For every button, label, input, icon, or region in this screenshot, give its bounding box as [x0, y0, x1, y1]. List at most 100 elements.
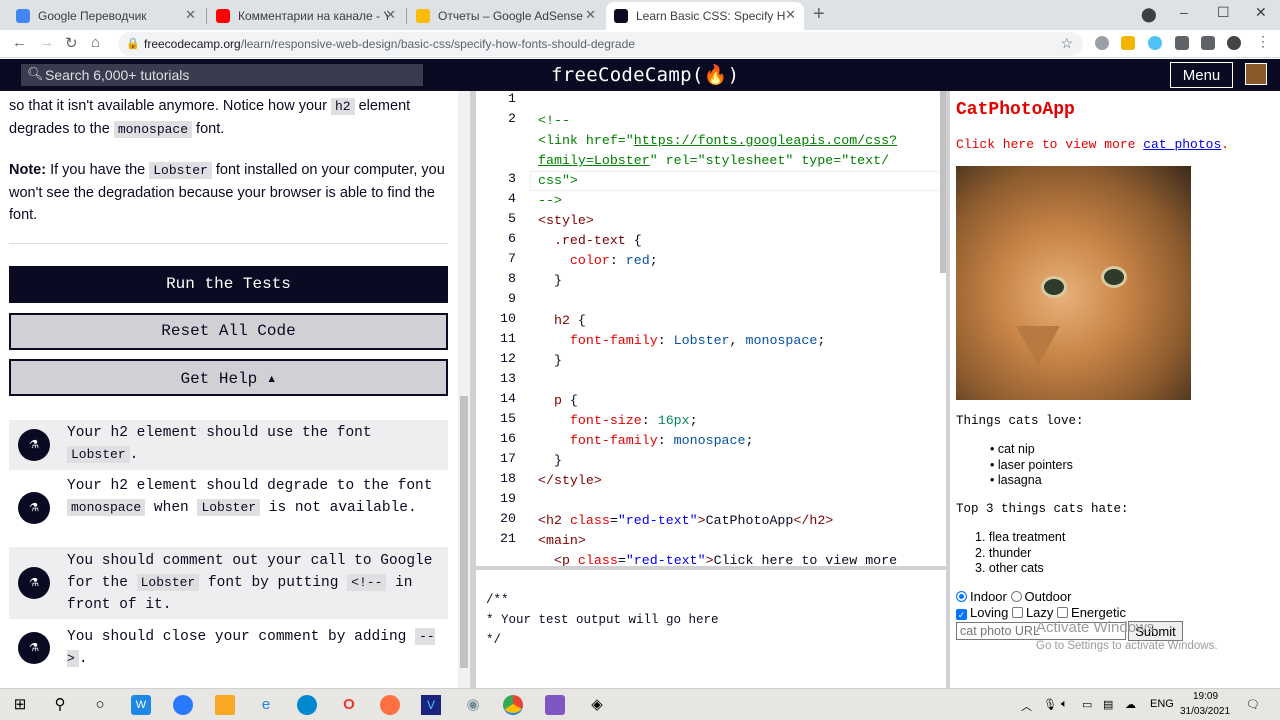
- test-item: ⚗ You should comment out your call to Go…: [9, 547, 448, 619]
- opera-icon[interactable]: O: [339, 695, 359, 715]
- clock-time[interactable]: 19:09: [1193, 691, 1218, 702]
- notification-icon[interactable]: 🗨︎: [1246, 698, 1260, 711]
- browser-tab[interactable]: Отчеты – Google AdSense ✕: [408, 2, 604, 30]
- close-tab-icon[interactable]: ✕: [585, 7, 596, 23]
- adsense-icon: [416, 9, 430, 23]
- line-number: 19: [500, 491, 516, 506]
- google-translate-icon: [16, 9, 30, 23]
- tray-chevron-icon[interactable]: ︿: [1021, 698, 1032, 714]
- activate-windows-watermark: Activate Windows: [1036, 619, 1155, 636]
- cat-photos-link[interactable]: cat photos: [1143, 137, 1221, 152]
- test-output-console: /** * Your test output will go here */: [476, 570, 946, 688]
- media-control-icon[interactable]: [1201, 36, 1215, 50]
- lesson-paragraph: so that it isn't available anymore. Noti…: [9, 98, 411, 138]
- back-icon[interactable]: ←: [12, 34, 27, 51]
- app-icon[interactable]: ◉: [463, 695, 483, 715]
- onedrive-icon[interactable]: ☁: [1125, 698, 1136, 711]
- reset-code-button[interactable]: Reset All Code: [9, 313, 448, 350]
- search-input[interactable]: 🔍︎ Search 6,000+ tutorials: [21, 64, 423, 86]
- clock-date[interactable]: 31/03/2021: [1180, 706, 1230, 717]
- indoor-radio[interactable]: [956, 591, 967, 602]
- kebab-menu-icon[interactable]: ⋮: [1256, 33, 1270, 49]
- preview-pane: CatPhotoApp Click here to view more cat …: [950, 91, 1280, 688]
- extension-globe-icon[interactable]: [1095, 36, 1109, 50]
- editor-code[interactable]: <!-- <link href="https://fonts.googleapi…: [538, 91, 897, 566]
- task-view-icon[interactable]: ○: [90, 695, 110, 715]
- app-icon[interactable]: [545, 695, 565, 715]
- bookmark-star-icon[interactable]: ☆: [1060, 35, 1073, 52]
- flask-icon: ⚗: [18, 567, 50, 599]
- window-close-icon[interactable]: ✕: [1255, 4, 1267, 21]
- activate-windows-hint: Go to Settings to activate Windows.: [1036, 640, 1218, 652]
- fcc-logo[interactable]: freeCodeCamp(🔥): [551, 63, 739, 86]
- search-icon[interactable]: ⚲: [50, 695, 70, 715]
- cat-photo[interactable]: [956, 166, 1191, 400]
- forward-icon[interactable]: →: [39, 34, 54, 51]
- battery-icon[interactable]: ▭: [1082, 698, 1092, 711]
- windows-taskbar: ⊞ ⚲ ○ W e O V ◉ ◈ ︿ 🎙︎ 🔈︎ ▭ ▤ ☁ ENG 19:0…: [0, 688, 1280, 720]
- user-avatar[interactable]: [1245, 63, 1267, 85]
- windows-start-icon[interactable]: ⊞: [10, 695, 30, 715]
- close-tab-icon[interactable]: ✕: [385, 7, 396, 23]
- internet-explorer-icon[interactable]: e: [256, 695, 276, 715]
- home-icon[interactable]: ⌂: [91, 34, 100, 51]
- address-toolbar: ← → ↻ ⌂ 🔒 freecodecamp.org/learn/respons…: [0, 30, 1280, 58]
- profile-dropdown-icon[interactable]: ⬤: [1141, 6, 1157, 23]
- lesson-pane: so that it isn't available anymore. Noti…: [0, 91, 470, 688]
- search-icon: 🔍︎: [27, 66, 44, 81]
- app-icon[interactable]: [173, 695, 193, 715]
- line-number: 16: [500, 431, 516, 446]
- run-tests-button[interactable]: Run the Tests: [9, 266, 448, 303]
- code-editor[interactable]: 1 2 3 4 5 6 7 8 9 10 11 12 13 14 15 16 17 18 19 20 21 <!-- <…: [476, 91, 946, 566]
- love-heading: Things cats love:: [956, 414, 1084, 428]
- app-icon[interactable]: ◈: [587, 695, 607, 715]
- language-indicator[interactable]: ENG: [1150, 698, 1174, 710]
- list-item: • cat nip: [990, 442, 1035, 456]
- browser-tab[interactable]: Google Переводчик ✕: [8, 2, 204, 30]
- energetic-checkbox[interactable]: [1057, 607, 1069, 618]
- loving-checkbox[interactable]: ✓: [956, 609, 967, 620]
- love-list: • cat nip • laser pointers • lasagna: [990, 442, 1073, 489]
- line-number: 9: [508, 291, 516, 306]
- browser-tab-active[interactable]: Learn Basic CSS: Specify How Fonts ✕: [606, 2, 804, 30]
- lesson-scrollbar[interactable]: [458, 91, 470, 688]
- line-number: 11: [500, 331, 516, 346]
- browser-tab[interactable]: Комментарии на канале - YouTube ✕: [208, 2, 404, 30]
- new-tab-icon[interactable]: +: [813, 3, 825, 26]
- edge-icon[interactable]: [297, 695, 317, 715]
- line-number: 8: [508, 271, 516, 286]
- line-number: 12: [500, 351, 516, 366]
- flask-icon: ⚗: [18, 492, 50, 524]
- firefox-icon[interactable]: [380, 695, 400, 715]
- vscode-icon[interactable]: V: [421, 695, 441, 715]
- extensions-puzzle-icon[interactable]: [1175, 36, 1189, 50]
- line-number: 5: [508, 211, 516, 226]
- menu-button[interactable]: Menu: [1170, 62, 1233, 88]
- get-help-button[interactable]: Get Help ▴: [9, 359, 448, 396]
- list-item: • lasagna: [990, 473, 1042, 487]
- line-number: 17: [500, 451, 516, 466]
- line-number: 1: [508, 91, 516, 106]
- url-bar[interactable]: 🔒 freecodecamp.org/learn/responsive-web-…: [118, 32, 1083, 56]
- lazy-checkbox[interactable]: [1011, 607, 1023, 618]
- reload-icon[interactable]: ↻: [65, 34, 78, 52]
- outdoor-radio[interactable]: [1010, 591, 1022, 602]
- list-item: 3. other cats: [975, 561, 1044, 575]
- close-tab-icon[interactable]: ✕: [785, 7, 796, 23]
- profile-avatar-icon[interactable]: [1227, 36, 1241, 50]
- mic-icon[interactable]: 🎙︎: [1043, 698, 1057, 711]
- line-number: 21: [500, 531, 516, 546]
- test-item: ⚗ Your h2 element should degrade to the …: [9, 474, 448, 544]
- file-explorer-icon[interactable]: [215, 695, 235, 715]
- extension-icon[interactable]: [1121, 36, 1135, 50]
- maximize-icon[interactable]: ☐: [1217, 4, 1230, 21]
- chrome-icon[interactable]: [503, 695, 523, 715]
- word-icon[interactable]: W: [131, 695, 151, 715]
- extension-icon[interactable]: [1148, 36, 1162, 50]
- network-icon[interactable]: ▤: [1103, 698, 1113, 711]
- minimize-icon[interactable]: –: [1180, 4, 1188, 20]
- close-tab-icon[interactable]: ✕: [185, 7, 196, 23]
- line-number: 3: [508, 171, 516, 186]
- volume-icon[interactable]: 🔈︎: [1061, 698, 1068, 711]
- line-number: 6: [508, 231, 516, 246]
